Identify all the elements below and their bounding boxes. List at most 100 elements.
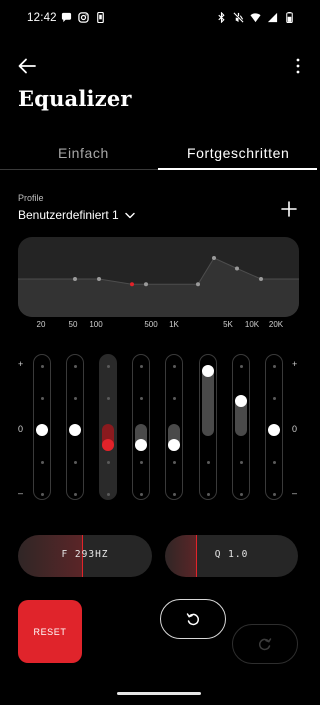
band-slider[interactable] (33, 354, 51, 500)
slider-tick (140, 461, 143, 464)
slider-tick (107, 397, 110, 400)
slider-tick (41, 397, 44, 400)
q-value: Q 1.0 (214, 549, 249, 560)
slider-knob[interactable] (202, 365, 214, 377)
curve-area (18, 258, 299, 317)
mute-icon (233, 12, 244, 23)
phone-icon (97, 12, 104, 23)
instagram-icon (78, 12, 89, 23)
band-slider[interactable] (132, 354, 150, 500)
slider-tick (41, 461, 44, 464)
slider-knob[interactable] (135, 438, 147, 451)
band-slider[interactable] (165, 354, 183, 500)
slider-tick (273, 461, 276, 464)
curve-point (144, 282, 148, 287)
scale-minus-right: – (292, 488, 298, 498)
add-profile-icon[interactable] (279, 199, 299, 219)
back-arrow-icon[interactable] (16, 55, 38, 77)
reset-button[interactable]: RESET (18, 600, 82, 663)
slider-tick (173, 397, 176, 400)
curve-point (259, 277, 263, 281)
eq-curve-graph (18, 256, 299, 317)
band-slider[interactable] (199, 354, 217, 500)
q-control[interactable]: Q 1.0 (165, 535, 298, 577)
tab-indicator (158, 168, 317, 170)
tab-simple[interactable]: Einfach (58, 145, 109, 161)
slider-tick (173, 493, 176, 496)
slider-tick (74, 365, 77, 368)
slider-tick (140, 365, 143, 368)
slider-tick (140, 397, 143, 400)
freq-label: 500 (144, 320, 158, 329)
freq-label: 1K (169, 320, 179, 329)
band-slider[interactable] (232, 354, 250, 500)
scale-zero-left: 0 (18, 424, 24, 434)
redo-icon (259, 638, 272, 651)
profile-value: Benutzerdefiniert 1 (18, 208, 119, 222)
profile-dropdown[interactable]: Benutzerdefiniert 1 (18, 208, 135, 222)
curve-point (73, 277, 77, 281)
freq-label: 100 (89, 320, 103, 329)
scale-plus-right: + (292, 359, 298, 369)
band-slider[interactable] (99, 354, 117, 500)
status-bar: 12:42 (0, 0, 317, 36)
freq-label: 20 (36, 320, 46, 329)
curve-point (196, 282, 200, 287)
slider-tick (173, 365, 176, 368)
slider-tick (74, 493, 77, 496)
frequency-value: F 293HZ (61, 549, 109, 560)
profile-label: Profile (18, 193, 44, 203)
slider-tick (207, 461, 210, 464)
slider-tick (173, 461, 176, 464)
scale-minus-left: – (18, 488, 24, 498)
wifi-icon (250, 13, 261, 23)
more-vert-icon[interactable] (294, 56, 302, 76)
slider-tick (41, 365, 44, 368)
chevron-down-icon (125, 212, 135, 218)
slider-knob[interactable] (102, 438, 114, 451)
slider-knob[interactable] (36, 424, 48, 436)
curve-point (212, 256, 216, 260)
chat-bubble-icon (61, 12, 72, 23)
slider-knob[interactable] (235, 394, 247, 407)
scale-zero-right: 0 (292, 424, 298, 434)
freq-label: 10K (244, 320, 260, 329)
freq-label: 5K (223, 320, 233, 329)
slider-tick (74, 397, 77, 400)
curve-point (130, 282, 134, 287)
slider-knob[interactable] (168, 438, 180, 451)
signal-icon (267, 12, 278, 23)
band-slider[interactable] (265, 354, 283, 500)
slider-tick (107, 493, 110, 496)
undo-button[interactable] (160, 599, 226, 639)
frequency-control[interactable]: F 293HZ (18, 535, 152, 577)
slider-tick (207, 493, 210, 496)
status-time: 12:42 (27, 12, 57, 24)
home-indicator (117, 692, 201, 695)
scale-plus-left: + (18, 359, 24, 369)
slider-tick (273, 397, 276, 400)
bluetooth-icon (218, 12, 225, 23)
redo-button[interactable] (232, 624, 298, 664)
slider-tick (240, 493, 243, 496)
eq-curve-panel (18, 237, 299, 317)
slider-tick (273, 365, 276, 368)
slider-tick (273, 493, 276, 496)
curve-point (97, 277, 101, 281)
battery-icon (286, 12, 293, 23)
slider-tick (107, 461, 110, 464)
slider-tick (74, 461, 77, 464)
curve-point (235, 266, 239, 271)
page-title: Equalizer (18, 86, 132, 111)
undo-icon (186, 613, 199, 626)
slider-tick (240, 365, 243, 368)
slider-tick (41, 493, 44, 496)
app-bar (0, 50, 317, 82)
slider-knob[interactable] (268, 424, 280, 436)
band-slider[interactable] (66, 354, 84, 500)
freq-label: 20K (268, 320, 284, 329)
tab-advanced[interactable]: Fortgeschritten (187, 145, 289, 161)
slider-tick (140, 493, 143, 496)
slider-tick (240, 461, 243, 464)
slider-knob[interactable] (69, 424, 81, 436)
